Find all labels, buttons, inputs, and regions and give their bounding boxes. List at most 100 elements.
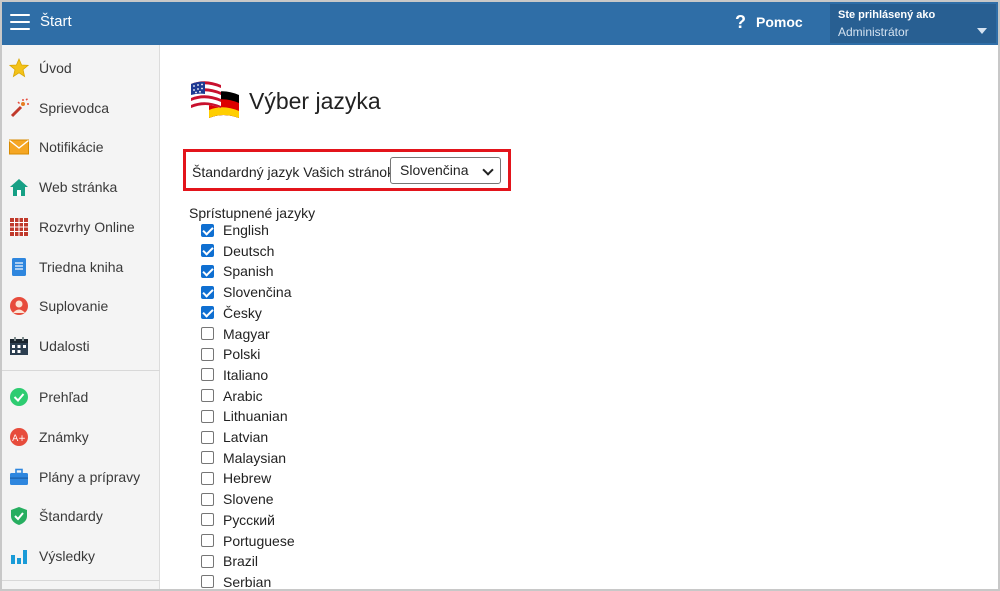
language-row-russian[interactable]: Русский (201, 510, 275, 530)
caret-down-icon (977, 28, 987, 34)
language-name: Malaysian (223, 449, 287, 466)
hamburger-menu-icon[interactable] (10, 14, 30, 31)
language-row-slovencina[interactable]: Slovenčina (201, 282, 292, 302)
sidebar-item-label: Web stránka (39, 179, 118, 195)
default-language-value: Slovenčina (400, 162, 469, 178)
language-row-italiano[interactable]: Italiano (201, 365, 268, 385)
sidebar-item-label: Sprievodca (39, 100, 110, 116)
app-title[interactable]: Štart (40, 13, 72, 30)
language-row-malaysian[interactable]: Malaysian (201, 448, 286, 468)
bar-chart-icon (8, 545, 30, 567)
language-name: Hebrew (223, 470, 272, 487)
sidebar-item-udalosti[interactable]: Udalosti (2, 328, 160, 364)
sidebar-item-triedna-kniha[interactable]: Triedna kniha (2, 249, 160, 285)
sidebar-item-prehlad[interactable]: Prehľad (2, 379, 160, 415)
language-checkbox[interactable] (201, 306, 214, 320)
app-window: Štart ? Pomoc Ste prihlásený ako Adminis… (0, 0, 1000, 591)
language-checkbox[interactable] (201, 223, 214, 237)
question-mark-icon: ? (735, 12, 746, 32)
grade-badge-icon: A+ (8, 426, 30, 448)
sidebar-item-uvod[interactable]: Úvod (2, 50, 160, 86)
sidebar-item-label: Rozvrhy Online (39, 219, 135, 235)
language-checkbox[interactable] (201, 347, 214, 361)
sidebar-item-znamky[interactable]: A+ Známky (2, 419, 160, 455)
sidebar-item-standardy[interactable]: Štandardy (2, 498, 160, 534)
help-label: Pomoc (756, 14, 803, 30)
sidebar-item-plany-a-pripravy[interactable]: Plány a prípravy (2, 459, 160, 495)
sidebar-divider (2, 370, 160, 371)
language-checkbox[interactable] (201, 554, 214, 568)
language-name: Latvian (223, 429, 269, 445)
language-checkbox[interactable] (201, 575, 214, 589)
help-button[interactable]: ? Pomoc (735, 12, 803, 32)
language-name: Brazil (223, 553, 259, 570)
language-row-magyar[interactable]: Magyar (201, 324, 270, 344)
language-checkbox[interactable] (201, 430, 214, 444)
language-checkbox[interactable] (201, 451, 214, 465)
sidebar-item-vysledky[interactable]: Výsledky (2, 538, 160, 574)
chevron-down-icon (482, 164, 494, 176)
page-header: Výber jazyka (189, 78, 381, 124)
language-checkbox[interactable] (201, 409, 214, 423)
language-name: Slovene (223, 491, 274, 508)
language-checkbox[interactable] (201, 534, 214, 547)
sidebar-item-label: Plány a prípravy (39, 469, 141, 485)
sidebar-item-web-stranka[interactable]: Web stránka (2, 169, 160, 205)
language-checkbox[interactable] (201, 285, 214, 299)
svg-text:A+: A+ (12, 434, 26, 444)
language-row-slovene[interactable]: Slovene (201, 489, 274, 509)
sidebar-item-sprievodca[interactable]: Sprievodca (2, 90, 160, 126)
language-checkbox[interactable] (201, 471, 214, 485)
sidebar-item-notifikacie[interactable]: Notifikácie (2, 129, 160, 165)
language-checkbox[interactable] (201, 327, 214, 340)
language-flags-icon (191, 81, 239, 118)
user-menu[interactable]: Ste prihlásený ako Administrátor (830, 4, 996, 43)
language-name: Deutsch (223, 242, 275, 259)
envelope-icon (8, 136, 30, 158)
language-row-spanish[interactable]: Spanish (201, 261, 274, 281)
sidebar-item-label: Prehľad (39, 389, 89, 405)
language-row-brazil[interactable]: Brazil (201, 551, 258, 571)
shield-check-icon (8, 505, 30, 527)
language-row-deutsch[interactable]: Deutsch (201, 241, 274, 261)
language-row-serbian[interactable]: Serbian (201, 572, 271, 589)
checkmark-circle-icon (8, 386, 30, 408)
sidebar-item-rozvrhy-online[interactable]: Rozvrhy Online (2, 209, 160, 245)
default-language-select[interactable]: Slovenčina (390, 157, 501, 184)
notebook-icon (8, 256, 30, 278)
user-caption: Ste prihlásený ako (838, 9, 936, 21)
language-row-hebrew[interactable]: Hebrew (201, 468, 271, 488)
language-name: Polski (223, 346, 261, 363)
language-row-lithuanian[interactable]: Lithuanian (201, 406, 288, 426)
sidebar-item-suplovanie[interactable]: Suplovanie (2, 288, 160, 324)
language-name: Spanish (223, 263, 274, 280)
language-row-english[interactable]: English (201, 220, 269, 240)
magic-wand-icon (8, 97, 30, 119)
language-name: Русский (223, 511, 275, 528)
page-title: Výber jazyka (249, 87, 381, 114)
language-row-portuguese[interactable]: Portuguese (201, 531, 295, 551)
top-bar: Štart ? Pomoc Ste prihlásený ako Adminis… (2, 2, 998, 45)
language-checkbox[interactable] (201, 244, 214, 258)
language-name: Italiano (223, 366, 269, 383)
language-row-polski[interactable]: Polski (201, 344, 260, 364)
default-language-highlight: Štandardný jazyk Vašich stránok Slovenči… (183, 149, 511, 191)
sidebar-item-label: Výsledky (39, 548, 96, 564)
language-row-cesky[interactable]: Česky (201, 303, 262, 323)
language-checkbox[interactable] (201, 492, 214, 506)
sidebar-item-label: Notifikácie (39, 139, 104, 155)
user-name: Administrátor (838, 25, 909, 39)
language-checkbox[interactable] (201, 513, 214, 527)
language-row-arabic[interactable]: Arabic (201, 386, 263, 406)
language-name: Magyar (223, 325, 270, 342)
language-checkbox[interactable] (201, 264, 214, 278)
language-row-latvian[interactable]: Latvian (201, 427, 268, 447)
briefcase-icon (8, 466, 30, 488)
sidebar-item-label: Udalosti (39, 338, 90, 354)
language-name: Slovenčina (223, 284, 292, 301)
language-checkbox[interactable] (201, 389, 214, 403)
sidebar-item-label: Štandardy (39, 508, 103, 524)
language-name: Lithuanian (223, 408, 288, 425)
sidebar-item-label: Triedna kniha (39, 259, 124, 275)
language-checkbox[interactable] (201, 368, 214, 382)
